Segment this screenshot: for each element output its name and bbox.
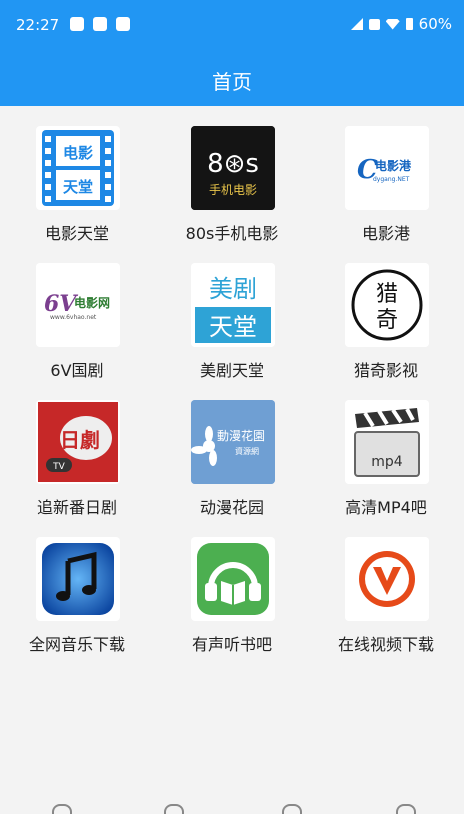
nav-extra-icon[interactable] (396, 804, 416, 814)
japan-drama-icon: 日劇 TV (36, 400, 120, 484)
80s-movie-icon: 8⊛s 手机电影 (191, 126, 275, 210)
status-icons: 60% (350, 15, 452, 33)
app-tile-movie-harbor[interactable]: C 电影港 dygang.NET 电影港 (311, 106, 461, 243)
page-title: 首页 (212, 70, 252, 94)
app-tile-80s-movie[interactable]: 8⊛s 手机电影 80s手机电影 (157, 106, 307, 243)
bag-icon (368, 18, 380, 30)
svg-text:動漫花園: 動漫花園 (217, 428, 265, 443)
app-label: 在线视频下载 (337, 635, 434, 654)
svg-text:猎: 猎 (376, 282, 398, 307)
lieqi-video-icon: 猎 奇 (345, 263, 429, 347)
svg-text:奇: 奇 (376, 308, 398, 333)
nav-back-icon[interactable] (52, 804, 72, 814)
svg-text:手机电影: 手机电影 (209, 183, 257, 197)
app-tile-anime-garden[interactable]: 動漫花園 資源網 动漫花园 (157, 380, 307, 517)
svg-text:电影网: 电影网 (74, 295, 110, 310)
svg-text:TV: TV (52, 462, 65, 472)
app-label: 追新番日剧 (36, 498, 117, 517)
app-tile-6v-drama[interactable]: 6V 电影网 www.6vhao.net 6V国剧 (2, 243, 152, 380)
app-tile-video-download[interactable]: 在线视频下载 (311, 517, 461, 654)
svg-text:美剧: 美剧 (209, 275, 257, 303)
app-label: 美剧天堂 (199, 361, 264, 380)
us-drama-icon: 美剧 天堂 (191, 263, 275, 347)
notification-icon (70, 17, 84, 31)
app-label: 猎奇影视 (353, 361, 418, 380)
svg-text:电影港: 电影港 (375, 158, 412, 173)
app-tile-mp4[interactable]: mp4 高清MP4吧 (311, 380, 461, 517)
nav-home-icon[interactable] (164, 804, 184, 814)
svg-text:天堂: 天堂 (63, 178, 93, 196)
battery-percent: 60% (418, 15, 452, 33)
svg-text:dygang.NET: dygang.NET (373, 176, 410, 183)
app-tile-us-drama[interactable]: 美剧 天堂 美剧天堂 (157, 243, 307, 380)
app-label: 全网音乐下载 (28, 635, 125, 654)
nav-bar-edge (0, 804, 464, 814)
app-bar: 首页 (0, 52, 464, 106)
svg-text:电影: 电影 (63, 144, 93, 162)
status-bar: 22:27 60% (0, 0, 464, 52)
audiobook-icon (191, 537, 275, 621)
signal-icon (350, 18, 363, 30)
app-label: 电影天堂 (44, 224, 109, 243)
app-tile-audiobook[interactable]: 有声听书吧 (157, 517, 307, 654)
video-download-icon (345, 537, 429, 621)
app-label: 动漫花园 (199, 498, 264, 517)
6v-drama-icon: 6V 电影网 www.6vhao.net (36, 263, 120, 347)
notification-icon (116, 17, 130, 31)
app-tile-lieqi-video[interactable]: 猎 奇 猎奇影视 (311, 243, 461, 380)
app-tile-music-download[interactable]: 全网音乐下载 (2, 517, 152, 654)
svg-text:mp4: mp4 (371, 454, 403, 470)
music-note-icon (36, 537, 120, 621)
svg-text:資源網: 資源網 (235, 446, 259, 456)
app-label: 80s手机电影 (185, 224, 279, 243)
movie-harbor-icon: C 电影港 dygang.NET (345, 126, 429, 210)
anime-garden-icon: 動漫花園 資源網 (191, 400, 275, 484)
svg-text:天堂: 天堂 (209, 313, 257, 341)
wifi-icon (385, 18, 400, 30)
svg-text:8⊛s: 8⊛s (207, 149, 259, 179)
clock: 22:27 (16, 16, 60, 34)
nav-recent-icon[interactable] (282, 804, 302, 814)
app-tile-film-paradise[interactable]: 电影 天堂 电影天堂 (2, 106, 152, 243)
app-label: 电影港 (361, 224, 410, 243)
notification-icon (93, 17, 107, 31)
svg-text:日劇: 日劇 (60, 428, 100, 452)
app-tile-japan-drama[interactable]: 日劇 TV 追新番日剧 (2, 380, 152, 517)
app-label: 高清MP4吧 (345, 498, 427, 517)
mp4-clapper-icon: mp4 (345, 400, 429, 484)
battery-icon (405, 18, 413, 30)
app-label: 有声听书吧 (191, 635, 272, 654)
film-paradise-icon: 电影 天堂 (36, 126, 120, 210)
app-label: 6V国剧 (50, 361, 104, 380)
svg-text:www.6vhao.net: www.6vhao.net (50, 314, 97, 321)
